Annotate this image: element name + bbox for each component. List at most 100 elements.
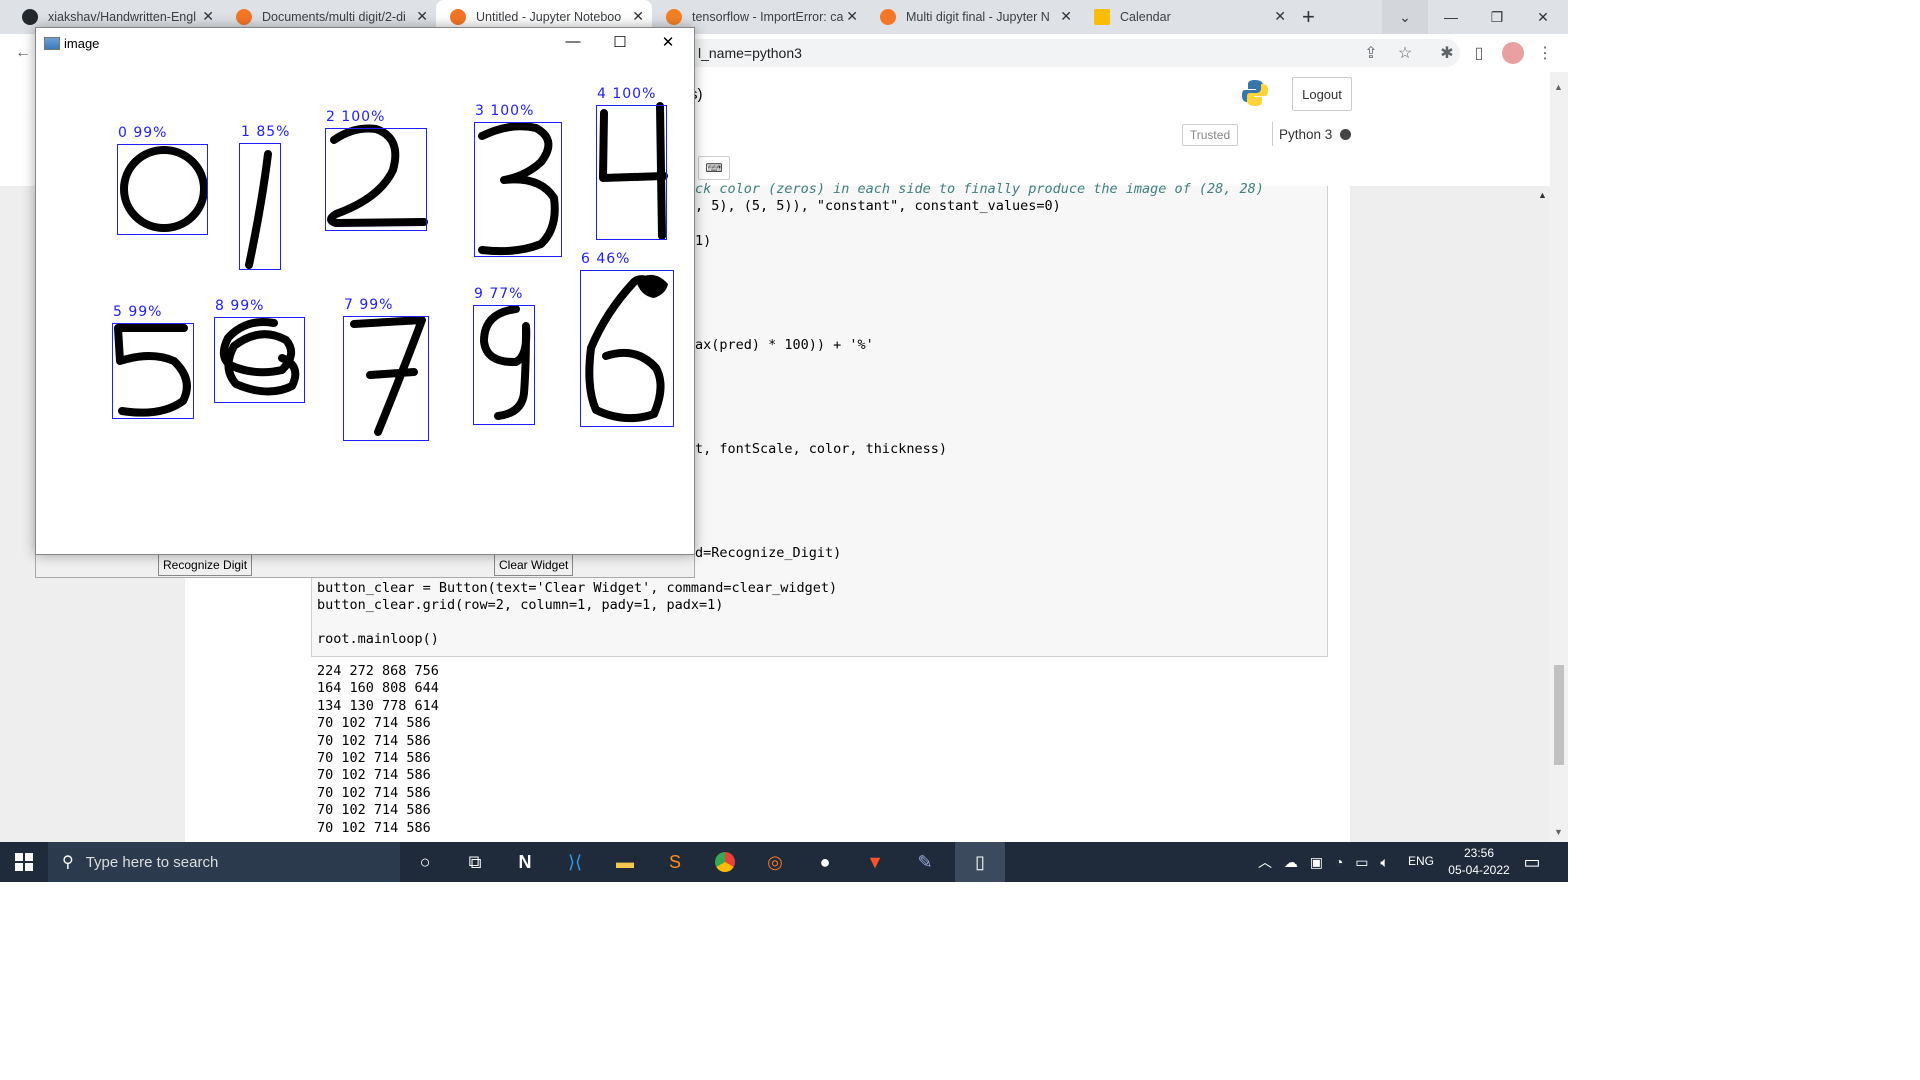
close-window-icon[interactable]: ✕ xyxy=(1520,0,1566,34)
code-line: t, fontScale, color, thickness) xyxy=(695,441,947,457)
chevron-up-icon[interactable]: ︿ xyxy=(1258,854,1272,870)
jupyter-app-icon[interactable]: ◎ xyxy=(750,842,800,882)
wifi-icon[interactable]: ◔ xyxy=(1335,854,1343,870)
notepad-icon[interactable]: ▯ xyxy=(955,842,1005,882)
close-icon[interactable]: ✕ xyxy=(416,8,428,25)
file-explorer-icon[interactable]: ▬ xyxy=(600,842,650,882)
chrome-icon[interactable] xyxy=(700,842,750,882)
vscode-icon[interactable]: ⟩⟨ xyxy=(550,842,600,882)
code-line: button_clear = Button(text='Clear Widget… xyxy=(317,580,838,596)
github-desktop-icon[interactable]: ● xyxy=(800,842,850,882)
new-tab-button[interactable]: + xyxy=(1302,4,1315,30)
calendar-icon xyxy=(1094,9,1110,25)
code-line: ax(pred) * 100)) + '%' xyxy=(695,337,874,353)
search-placeholder: Type here to search xyxy=(85,853,219,871)
close-icon[interactable]: ✕ xyxy=(1274,8,1286,25)
code-line: ck color (zeros) in each side to finally… xyxy=(695,181,1264,197)
jupyter-icon xyxy=(236,9,252,25)
github-icon xyxy=(22,9,38,25)
sidebar-icon[interactable]: ▯ xyxy=(1466,40,1492,66)
restore-icon[interactable]: ❐ xyxy=(1474,0,1520,34)
clock-time: 23:56 xyxy=(1463,846,1495,860)
cortana-icon[interactable]: ○ xyxy=(400,842,450,882)
clock[interactable]: 23:56 05-04-2022 xyxy=(1440,845,1518,879)
scroll-thumb[interactable] xyxy=(1554,665,1564,765)
jupyter-icon xyxy=(450,9,466,25)
close-icon[interactable]: ✕ xyxy=(202,8,214,25)
onedrive-icon[interactable]: ☁ xyxy=(1284,854,1298,870)
battery-icon[interactable]: ▭ xyxy=(1355,854,1368,870)
tk-window: Recognize Digit Clear Widget xyxy=(35,553,695,578)
tab-title: Calendar xyxy=(1120,10,1171,24)
extensions-icon[interactable]: ✱ xyxy=(1434,40,1460,66)
bounding-box xyxy=(325,128,427,231)
system-tray[interactable]: ︿ ☁ ▣ ◔ ▭ 🔈︎ xyxy=(1258,852,1389,872)
address-bar[interactable]: l_name=python3 ⇪ ☆ xyxy=(680,39,1460,67)
tab-multi-digit[interactable]: Multi digit final - Jupyter N ✕ xyxy=(866,0,1080,34)
task-view-icon[interactable]: ⧉ xyxy=(450,842,500,882)
search-icon: ⚲ xyxy=(62,854,74,871)
prediction-label: 0 99% xyxy=(118,125,168,141)
output-line: 70 102 714 586 xyxy=(317,819,431,836)
bounding-box xyxy=(596,105,667,240)
output-line: 70 102 714 586 xyxy=(317,802,431,819)
tab-title: Documents/multi digit/2-di xyxy=(262,10,406,24)
avatar[interactable] xyxy=(1500,40,1526,66)
share-icon[interactable]: ⇪ xyxy=(1358,40,1384,66)
code-line: d=Recognize_Digit) xyxy=(695,545,842,561)
language-indicator[interactable]: ENG xyxy=(1408,854,1434,868)
close-icon[interactable]: ✕ xyxy=(846,8,858,25)
kernel-name: Python 3 xyxy=(1279,126,1333,142)
inner-scroll-up-icon[interactable]: ▲ xyxy=(1538,190,1547,200)
taskbar-search-input[interactable]: ⚲ Type here to search xyxy=(48,842,400,882)
notion-icon[interactable]: N xyxy=(500,842,550,882)
clear-widget-button[interactable]: Clear Widget xyxy=(494,554,574,576)
prediction-label: 6 46% xyxy=(581,251,631,267)
meet-icon[interactable]: ▣ xyxy=(1310,854,1323,870)
url-text: l_name=python3 xyxy=(698,45,802,61)
menu-kebab-icon[interactable]: ⋮ xyxy=(1532,40,1558,66)
windows-start-icon[interactable] xyxy=(0,842,48,882)
output-line: 70 102 714 586 xyxy=(317,732,431,749)
recognize-digit-button[interactable]: Recognize Digit xyxy=(158,554,253,576)
bounding-box xyxy=(474,122,562,257)
tab-calendar[interactable]: Calendar ✕ xyxy=(1080,0,1294,34)
minimize-icon[interactable]: — xyxy=(1428,0,1474,34)
sublime-text-icon[interactable]: S xyxy=(650,842,700,882)
prediction-label: 5 99% xyxy=(113,304,163,320)
scroll-down-icon[interactable]: ▼ xyxy=(1554,827,1563,837)
back-arrow-icon[interactable]: ← xyxy=(10,40,36,66)
windows-taskbar: ⚲ Type here to search ○ ⧉ N ⟩⟨ ▬ S ◎ ● ▼… xyxy=(0,842,1568,882)
page-scrollbar[interactable]: ▲ ▼ xyxy=(1550,72,1568,842)
bounding-box xyxy=(214,317,305,403)
brave-icon[interactable]: ▼ xyxy=(850,842,900,882)
output-line: 70 102 714 586 xyxy=(317,750,431,767)
close-icon[interactable]: ✕ xyxy=(1060,8,1072,25)
prediction-label: 8 99% xyxy=(215,298,265,314)
bounding-box xyxy=(117,144,208,235)
bookmark-star-icon[interactable]: ☆ xyxy=(1392,40,1418,66)
tab-search-icon[interactable]: ⌄ xyxy=(1382,0,1428,34)
tab-title: xiakshav/Handwritten-Engl xyxy=(48,10,196,24)
code-line: root.mainloop() xyxy=(317,631,439,647)
bounding-box xyxy=(112,323,194,419)
bounding-box xyxy=(239,143,281,270)
output-line: 70 102 714 586 xyxy=(317,767,431,784)
stackoverflow-icon xyxy=(666,9,682,25)
logout-button[interactable]: Logout xyxy=(1292,77,1352,111)
bounding-box xyxy=(343,316,429,441)
prediction-label: 9 77% xyxy=(474,286,524,302)
prediction-label: 4 100% xyxy=(597,86,657,102)
paint-icon[interactable]: ✎ xyxy=(900,842,950,882)
tab-title: Untitled - Jupyter Noteboo xyxy=(476,10,622,24)
volume-icon[interactable]: 🔈︎ xyxy=(1380,854,1388,870)
keyboard-shortcuts-button[interactable]: ⌨ xyxy=(698,156,730,180)
trusted-badge[interactable]: Trusted xyxy=(1182,124,1238,146)
scroll-up-icon[interactable]: ▲ xyxy=(1554,82,1563,92)
close-icon[interactable]: ✕ xyxy=(632,8,644,25)
tab-title: tensorflow - ImportError: ca xyxy=(692,10,844,24)
kernel-indicator[interactable]: Python 3 xyxy=(1272,122,1352,146)
cell-output: 224 272 868 756 164 160 808 644 134 130 … xyxy=(317,663,439,837)
notifications-icon[interactable]: ▭ xyxy=(1512,842,1552,882)
kernel-status-icon xyxy=(1340,128,1352,140)
